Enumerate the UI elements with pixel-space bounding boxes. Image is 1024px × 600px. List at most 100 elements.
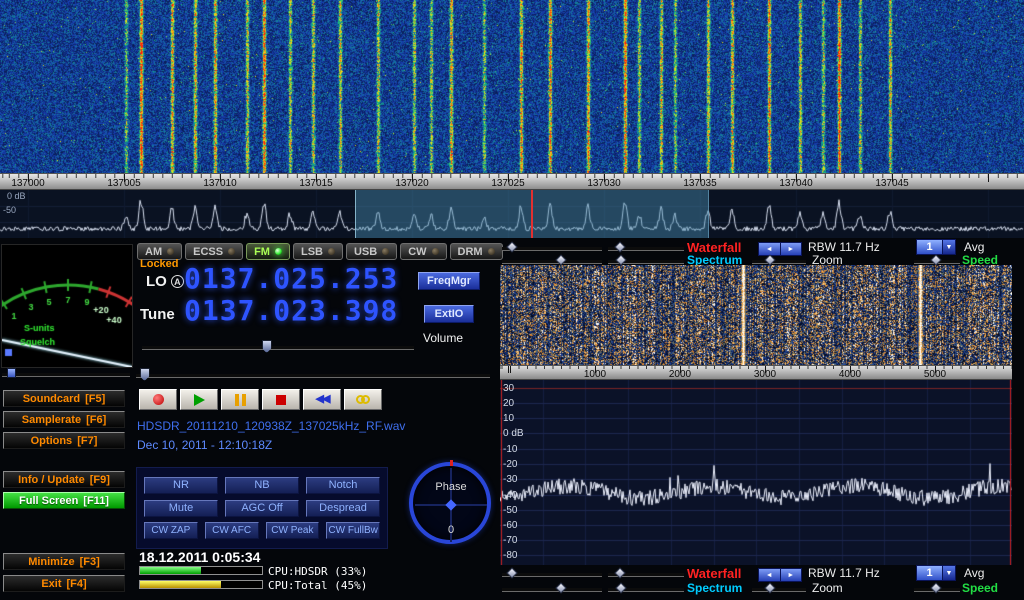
info-update-button[interactable]: Info / Update[F9]: [3, 471, 125, 488]
cw-fullbw-button[interactable]: CW FullBw: [326, 522, 380, 539]
nb-button[interactable]: NB: [225, 477, 299, 494]
right-arrow-icon[interactable]: ►: [781, 569, 802, 581]
squelch-slider[interactable]: [2, 367, 130, 380]
hotkey-label: [F4]: [67, 578, 87, 590]
freqmgr-button[interactable]: FreqMgr: [418, 272, 480, 290]
slider-thumb[interactable]: [506, 241, 517, 252]
recording-filename: HDSDR_20111210_120938Z_137025kHz_RF.wav: [137, 419, 405, 433]
extio-button[interactable]: ExtIO: [424, 305, 474, 323]
slider-thumb[interactable]: [7, 368, 16, 378]
exit-button[interactable]: Exit[F4]: [3, 575, 125, 592]
loop-button[interactable]: [344, 389, 382, 410]
slider-thumb[interactable]: [615, 254, 626, 265]
mode-button-ecss[interactable]: ECSS: [185, 243, 243, 260]
rewind-button[interactable]: ◀◀: [303, 389, 341, 410]
hotkey-label: [F7]: [77, 435, 97, 447]
mode-label: ECSS: [193, 246, 223, 258]
zoom-label: Zoom: [812, 581, 843, 595]
mode-button-fm[interactable]: FM: [246, 243, 290, 260]
slider-thumb[interactable]: [615, 582, 626, 593]
mode-led-icon: [167, 248, 174, 255]
spectrum-range-slider[interactable]: [608, 582, 684, 595]
slider-thumb[interactable]: [931, 582, 942, 593]
waterfall-label: Waterfall: [687, 566, 741, 581]
mode-button-lsb[interactable]: LSB: [293, 243, 343, 260]
notch-button[interactable]: Notch: [306, 477, 380, 494]
mode-button-usb[interactable]: USB: [346, 243, 397, 260]
rbw-label: RBW 11.7 Hz: [808, 240, 880, 254]
main-frequency-scale[interactable]: 137000 137005 137010 137015 137020 13702…: [0, 173, 1024, 190]
options-button[interactable]: Options[F7]: [3, 432, 125, 449]
waterfall-brightness-slider[interactable]: [502, 241, 602, 254]
slider-thumb[interactable]: [614, 567, 625, 578]
rbw-spinner[interactable]: ◄►: [758, 568, 802, 582]
record-button[interactable]: [139, 389, 177, 410]
soundcard-button[interactable]: Soundcard[F5]: [3, 390, 125, 407]
vfo-a-badge[interactable]: A: [171, 275, 184, 288]
agc-button[interactable]: AGC Off: [225, 500, 299, 517]
db-label: -20: [503, 459, 517, 470]
audio-spectrum-panel[interactable]: 30 20 10 0 dB -10 -20 -30 -40 -50 -60 -7…: [500, 380, 1012, 565]
main-waterfall[interactable]: [0, 0, 1024, 173]
cw-zap-button[interactable]: CW ZAP: [144, 522, 198, 539]
slider-thumb[interactable]: [764, 582, 775, 593]
slider-thumb[interactable]: [764, 254, 775, 265]
play-button[interactable]: [180, 389, 218, 410]
slider-thumb[interactable]: [555, 254, 566, 265]
spectrum-label: Spectrum: [687, 581, 742, 595]
waterfall-contrast-slider[interactable]: [608, 241, 684, 254]
slider-thumb[interactable]: [506, 567, 517, 578]
samplerate-button[interactable]: Samplerate[F6]: [3, 411, 125, 428]
slider-thumb[interactable]: [140, 368, 150, 381]
pause-button[interactable]: [221, 389, 259, 410]
mode-button-row: AM ECSS FM LSB USB CW DRM: [137, 243, 503, 260]
mode-led-icon: [432, 248, 439, 255]
button-label: Info / Update: [18, 474, 85, 486]
mode-button-drm[interactable]: DRM: [450, 243, 503, 260]
audio-waterfall[interactable]: [500, 265, 1012, 365]
slider-track: [2, 373, 130, 376]
mode-led-icon: [228, 248, 235, 255]
slider-thumb[interactable]: [614, 241, 625, 252]
chevron-down-icon[interactable]: ▼: [942, 566, 955, 580]
phase-indicator: Phase 0: [405, 460, 497, 552]
button-label: Full Screen: [19, 495, 78, 507]
fullscreen-button[interactable]: Full Screen[F11]: [3, 492, 125, 509]
volume-slider[interactable]: [142, 340, 414, 353]
despread-button[interactable]: Despread: [306, 500, 380, 517]
freq-tick-label: 137015: [299, 178, 332, 189]
mode-label: FM: [254, 246, 270, 258]
mode-led-icon: [382, 248, 389, 255]
slider-track: [142, 346, 414, 349]
mode-button-cw[interactable]: CW: [400, 243, 446, 260]
waterfall-contrast-slider[interactable]: [608, 567, 684, 580]
spectrum-gain-slider[interactable]: [502, 582, 602, 595]
avg-select[interactable]: 1▼: [916, 565, 956, 581]
avg-select[interactable]: 1▼: [916, 239, 956, 255]
lo-frequency-display[interactable]: 0137.025.253: [184, 266, 398, 292]
waterfall-brightness-slider[interactable]: [502, 567, 602, 580]
tuning-slider[interactable]: [136, 368, 490, 381]
slider-thumb[interactable]: [555, 582, 566, 593]
tune-frequency-display[interactable]: 0137.023.398: [184, 298, 398, 324]
freq-tick-label: 137040: [779, 178, 812, 189]
slider-thumb[interactable]: [931, 254, 942, 265]
cw-peak-button[interactable]: CW Peak: [266, 522, 320, 539]
rewind-icon: ◀◀: [316, 394, 329, 405]
slider-thumb[interactable]: [262, 340, 272, 353]
nr-button[interactable]: NR: [144, 477, 218, 494]
chevron-down-icon[interactable]: ▼: [942, 240, 955, 254]
left-arrow-icon[interactable]: ◄: [759, 569, 781, 581]
speed-slider[interactable]: [914, 582, 960, 595]
db-label: -40: [503, 490, 517, 501]
db-label: 20: [503, 398, 514, 409]
stop-button[interactable]: [262, 389, 300, 410]
mute-button[interactable]: Mute: [144, 500, 218, 517]
zoom-slider[interactable]: [752, 582, 806, 595]
cpu-hdsdr-text: CPU:HDSDR (33%): [268, 565, 367, 578]
cw-afc-button[interactable]: CW AFC: [205, 522, 259, 539]
main-spectrum-panel[interactable]: 0 dB -50: [0, 190, 1024, 238]
tune-frequency-marker: [531, 190, 533, 238]
minimize-button[interactable]: Minimize[F3]: [3, 553, 125, 570]
audio-frequency-scale[interactable]: 1000 2000 3000 4000 5000: [500, 365, 1012, 380]
